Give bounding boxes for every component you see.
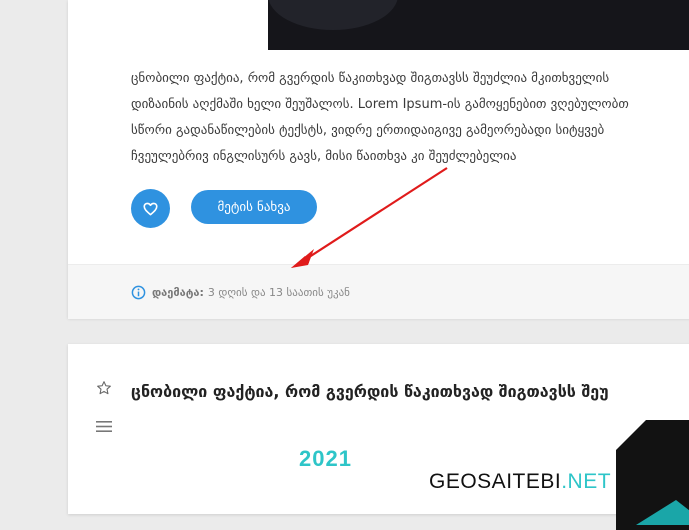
post-date: დაემატა: 3 დღის და 13 საათის უკან [131,285,350,300]
brand-main: GEOSAITEBI [429,470,562,493]
post-image[interactable] [268,0,689,50]
excerpt-line: სწორი გადანაწილების ტექსტს, ვიდრე ერთიდა… [131,123,605,138]
excerpt-line: ცნობილი ფაქტია, რომ გვერდის წაკითხვად ში… [131,71,610,86]
meta-value: 3 დღის და 13 საათის უკან [207,286,350,299]
favorite-button[interactable] [96,380,112,400]
read-more-button[interactable]: მეტის ნახვა [191,190,317,224]
post-card-1: ცნობილი ფაქტია, რომ გვერდის წაკითხვად ში… [68,0,689,319]
post-excerpt: ცნობილი ფაქტია, რომ გვერდის წაკითხვად ში… [131,66,689,170]
menu-icon [96,421,112,432]
post-banner-image[interactable]: 2021 GEOSAITEBI.NET [68,420,689,530]
post-meta-bar: დაემატა: 3 დღის და 13 საათის უკან [68,264,689,319]
brand-suffix: .NET [561,470,612,493]
excerpt-line: ჩვეულებრივ ინგლისურს გავს, მისი წაითხვა … [131,149,517,164]
star-icon [97,381,111,395]
banner-year: 2021 [299,446,352,471]
excerpt-line: დიზაინის აღქმაში ხელი შეუშალოს. Lorem Ip… [131,97,629,112]
post-title[interactable]: ცნობილი ფაქტია, რომ გვერდის წაკითხვად ში… [131,382,609,401]
heart-icon [143,202,158,215]
meta-label: დაემატა: [152,286,204,299]
banner-triangle [616,420,689,525]
like-button[interactable] [131,189,170,228]
menu-button[interactable] [96,418,112,437]
info-icon [131,285,146,300]
brand-logo: GEOSAITEBI.NET [429,470,611,494]
post-card-2: ცნობილი ფაქტია, რომ გვერდის წაკითხვად ში… [68,344,689,530]
